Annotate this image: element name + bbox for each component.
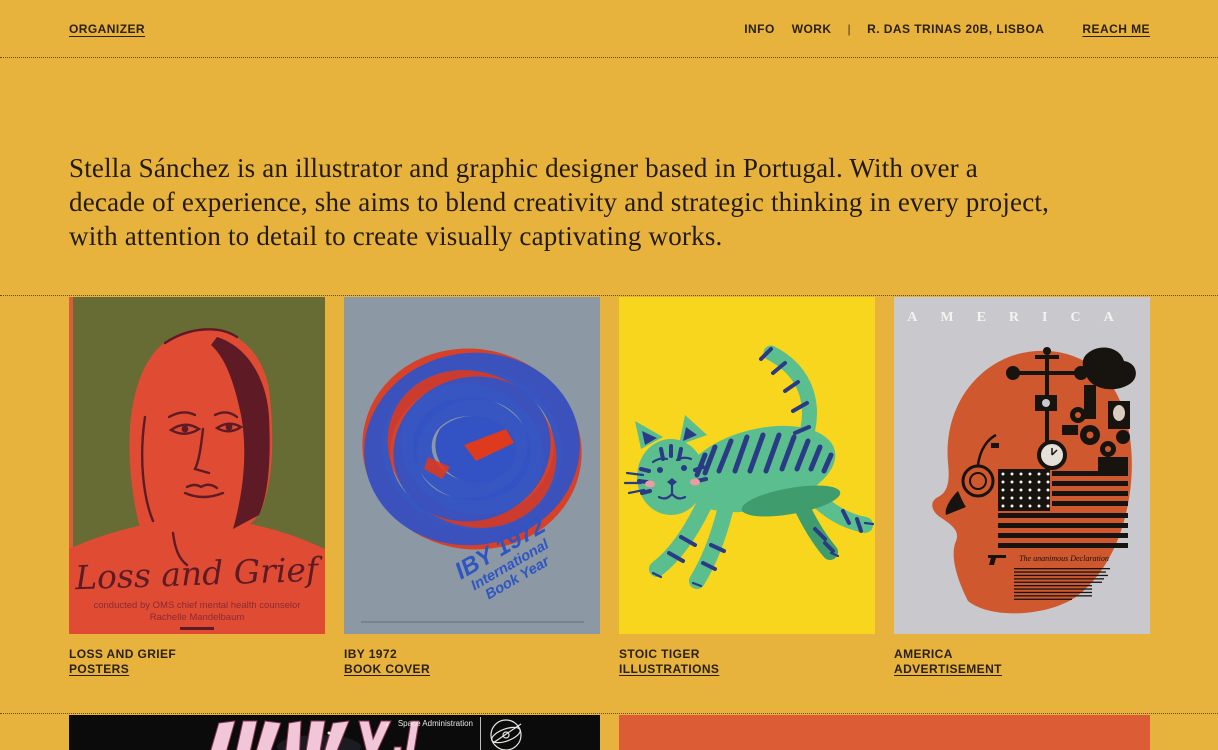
address-text: R. DAS TRINAS 20B, LISBOA [867, 22, 1044, 36]
project-caption: STOIC TIGER ILLUSTRATIONS [619, 647, 875, 677]
intro-paragraph: Stella Sánchez is an illustrator and gra… [69, 151, 1158, 253]
poster-image-orange-partial[interactable] [619, 715, 1150, 750]
project-category-link[interactable]: BOOK COVER [344, 662, 600, 677]
project-card-loss-and-grief[interactable]: Loss and Grief conducted by OMS chief me… [69, 297, 325, 713]
project-title: AMERICA [894, 647, 1150, 662]
intro-line-1: Stella Sánchez is an illustrator and gra… [69, 151, 1158, 185]
portfolio-page: ORGANIZER INFO WORK | R. DAS TRINAS 20B,… [0, 0, 1218, 750]
project-grid-row-2: Space Administration [0, 714, 1218, 750]
poster-text-space-administration: Space Administration [398, 719, 473, 728]
project-grid: Loss and Grief conducted by OMS chief me… [0, 296, 1218, 713]
top-nav: INFO WORK | R. DAS TRINAS 20B, LISBOA RE… [726, 22, 1150, 36]
project-title: IBY 1972 [344, 647, 600, 662]
project-card-stoic-tiger[interactable]: STOIC TIGER ILLUSTRATIONS [619, 297, 875, 713]
poster-title-america: AMERICA [907, 310, 1136, 325]
poster-image-iby-1972[interactable]: IBY 1972 International Book Year [344, 297, 600, 634]
project-title: LOSS AND GRIEF [69, 647, 325, 662]
project-category-link[interactable]: ADVERTISEMENT [894, 662, 1150, 677]
poster-credit-line-1: conducted by OMS chief mental health cou… [93, 600, 300, 611]
intro-line-3: with attention to detail to create visua… [69, 219, 1158, 253]
nav-item-work[interactable]: WORK [792, 22, 832, 36]
poster-credit-line-2: Rachelle Mandelbaum [150, 612, 245, 623]
intro-section: Stella Sánchez is an illustrator and gra… [0, 58, 1218, 295]
poster-image-america[interactable]: AMERICA [894, 297, 1150, 634]
intro-line-2: decade of experience, she aims to blend … [69, 185, 1158, 219]
project-title: STOIC TIGER [619, 647, 875, 662]
poster-divider-line [480, 717, 481, 750]
project-category-link[interactable]: POSTERS [69, 662, 325, 677]
project-card-america[interactable]: AMERICA [894, 297, 1150, 713]
poster-image-space-partial[interactable]: Space Administration [69, 715, 600, 750]
poster-image-loss-and-grief[interactable]: Loss and Grief conducted by OMS chief me… [69, 297, 325, 634]
poster-declaration-heading: The unanimous Declaration [1019, 554, 1109, 563]
project-category-link[interactable]: ILLUSTRATIONS [619, 662, 875, 677]
top-nav-bar: ORGANIZER INFO WORK | R. DAS TRINAS 20B,… [0, 0, 1218, 57]
logo-link[interactable]: ORGANIZER [69, 22, 145, 36]
poster-underline-mark [180, 627, 214, 630]
project-caption: AMERICA ADVERTISEMENT [894, 647, 1150, 677]
nav-divider: | [848, 22, 852, 36]
project-caption: LOSS AND GRIEF POSTERS [69, 647, 325, 677]
project-card-iby-1972[interactable]: IBY 1972 International Book Year IBY 197… [344, 297, 600, 713]
nav-item-info[interactable]: INFO [744, 22, 774, 36]
project-caption: IBY 1972 BOOK COVER [344, 647, 600, 677]
reach-me-link[interactable]: REACH ME [1082, 22, 1150, 36]
poster-image-stoic-tiger[interactable] [619, 297, 875, 634]
